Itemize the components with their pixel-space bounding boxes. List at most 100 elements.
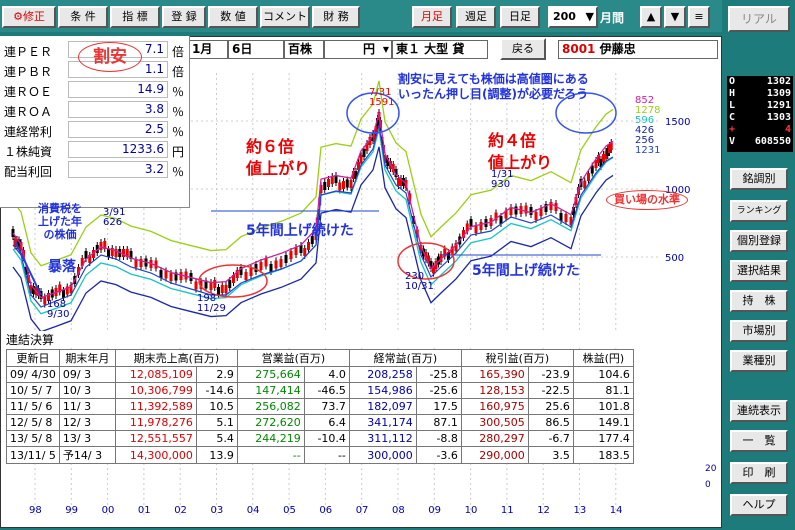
- brand-button[interactable]: 銘調別: [730, 168, 788, 190]
- table-cell: 280,297: [460, 430, 529, 447]
- table-cell: 208,258: [348, 366, 417, 383]
- x-tick-label: 10: [465, 505, 478, 516]
- edit-button[interactable]: ⚙修正: [2, 6, 56, 28]
- currency-select[interactable]: 円 ▼: [324, 40, 392, 59]
- selection-button[interactable]: 選択結果: [730, 260, 788, 282]
- table-cell: 11/ 5/ 6: [6, 398, 60, 415]
- candle-body: [479, 222, 483, 230]
- buy-level-annotation: 買い場の水準: [606, 190, 688, 210]
- table-cell: 12/ 3: [58, 414, 116, 431]
- x-tick-label: 98: [29, 505, 42, 516]
- table-cell: 4.0: [303, 366, 350, 383]
- ranking-button[interactable]: ランキング: [730, 200, 788, 222]
- candle-body: [514, 206, 518, 215]
- chevron-down-icon: ▼: [382, 45, 389, 54]
- table-cell: 11,978,276: [114, 414, 197, 431]
- table-header: 更新日: [6, 349, 60, 367]
- table-cell: 11,392,589: [114, 398, 197, 415]
- back-button[interactable]: 戻る: [500, 38, 546, 60]
- continuous-button[interactable]: 連続表示: [730, 400, 788, 422]
- weekly-button[interactable]: 週足: [456, 6, 496, 28]
- condition-button[interactable]: 条 件: [58, 6, 108, 28]
- table-cell: 09/ 3: [58, 366, 116, 383]
- toolbar: ⚙修正 条 件 指 標 登 録 数 値 コメント 財 務 月足 週足 日足 20…: [0, 0, 722, 32]
- register-button[interactable]: 登 録: [162, 6, 206, 28]
- indicator-label: 連経常利: [4, 125, 53, 139]
- scroll-up-button[interactable]: ▲: [640, 6, 662, 28]
- indicator-value: 14.9: [68, 81, 168, 98]
- table-header: 期末売上高(百万): [114, 349, 238, 367]
- indicator-value: 3.8: [68, 101, 168, 118]
- print-button[interactable]: 印 刷: [730, 462, 788, 484]
- ohlc-row: O 1302: [727, 76, 793, 88]
- indicator-unit: ％: [172, 85, 185, 99]
- financial-table: 連結決算 更新日 期末年月 期末売上高(百万) 営業益(百万) 経常益(百万) 稅引益(百…: [2, 331, 714, 464]
- scroll-down-button[interactable]: ▼: [664, 6, 686, 28]
- indicator-button[interactable]: 指 標: [110, 6, 160, 28]
- industry-button[interactable]: 業種別: [730, 350, 788, 372]
- range-select[interactable]: 200 ▼: [548, 6, 598, 28]
- candle-body: [289, 251, 293, 259]
- indicator-unit: ％: [172, 105, 185, 119]
- table-cell: -46.5: [303, 382, 350, 399]
- price-label: 10/31: [405, 281, 434, 292]
- table-row: 11/ 5/ 6 11/ 3 11,392,589 10.5 256,082 73.7 18…: [6, 398, 634, 415]
- price-label: 9/30: [47, 309, 69, 320]
- table-cell: 09/ 4/30: [6, 366, 60, 383]
- indicator-unit: ％: [172, 165, 185, 179]
- finance-button[interactable]: 財 務: [312, 6, 360, 28]
- table-cell: 25.6: [527, 398, 574, 415]
- ohlc-key: H: [729, 88, 736, 99]
- candle-body: [274, 260, 278, 269]
- table-cell: 128,153: [460, 382, 529, 399]
- help-button[interactable]: ヘルプ: [730, 494, 788, 516]
- table-cell: 13/11/ 5: [6, 446, 60, 464]
- candle-body: [220, 285, 224, 293]
- market-field: 東１ 大型 貸: [392, 40, 488, 59]
- table-cell: --: [236, 446, 305, 464]
- individual-button[interactable]: 個別登録: [730, 230, 788, 252]
- indicator-unit: 倍: [172, 65, 185, 79]
- list-button[interactable]: 一 覧: [730, 430, 788, 452]
- info-bar: 1月 6日 百株 円 ▼ 東１ 大型 貸 戻る 8001 伊藤忠: [188, 38, 718, 60]
- comment-button[interactable]: コメント: [260, 6, 310, 28]
- candle-body: [43, 296, 47, 305]
- day-field[interactable]: 6日: [228, 40, 284, 59]
- x-tick-label: 06: [319, 505, 332, 516]
- table-cell: 160,975: [460, 398, 529, 415]
- values-button[interactable]: 数 値: [208, 6, 258, 28]
- month-field[interactable]: 1月: [188, 40, 228, 59]
- holdings-button[interactable]: 持 株: [730, 290, 788, 312]
- table-title: 連結決算: [2, 331, 714, 347]
- table-cell: 予14/ 3: [58, 446, 116, 464]
- candle-body: [264, 258, 268, 267]
- x-tick-label: 12: [537, 505, 550, 516]
- realtime-button[interactable]: リアル: [728, 6, 790, 32]
- crash-annotation: 暴落: [48, 259, 76, 275]
- candle-body: [303, 248, 307, 256]
- candle-body: [362, 149, 366, 157]
- table-row: 10/ 5/ 7 10/ 3 10,306,799 -14.6 147,414 -46.5…: [6, 382, 634, 399]
- table-cell: 2.9: [195, 366, 238, 383]
- daily-button[interactable]: 日足: [500, 6, 540, 28]
- candle-body: [587, 173, 590, 181]
- candle-body: [99, 242, 103, 250]
- ohlc-value: 1309: [766, 88, 791, 99]
- ohlc-key: L: [729, 100, 736, 111]
- table-cell: 87.1: [415, 414, 462, 431]
- market-button[interactable]: 市場別: [730, 320, 788, 342]
- menu-button[interactable]: ≡: [688, 6, 710, 28]
- y-tick-label: 1500: [665, 117, 690, 128]
- indicator-label: 配当利回: [4, 165, 53, 179]
- monthly-button[interactable]: 月足: [412, 6, 452, 28]
- stock-field[interactable]: 8001 伊藤忠: [558, 40, 718, 59]
- table-cell: 149.1: [572, 414, 634, 431]
- x-tick-label: 99: [65, 505, 78, 516]
- table-header: 稅引益(百万): [460, 349, 574, 367]
- table-header: 株益(円): [572, 349, 634, 367]
- ohlc-row: L 1291: [727, 100, 793, 112]
- range-unit: 月間: [600, 11, 625, 25]
- table-cell: --: [303, 446, 350, 464]
- ohlc-key: +: [729, 124, 736, 135]
- ohlc-row: +4: [727, 124, 793, 136]
